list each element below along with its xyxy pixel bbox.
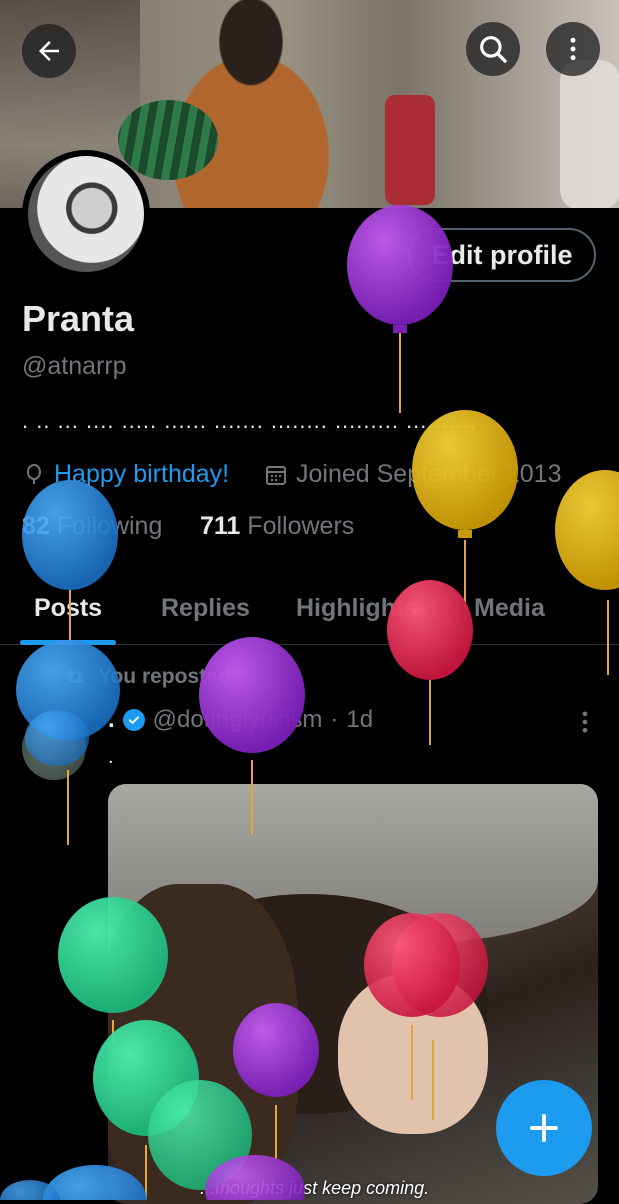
balloon-blue-2 [16, 640, 120, 845]
balloon-yellow-2 [555, 470, 619, 675]
balloon-yellow-1 [412, 410, 518, 610]
balloon-red-1 [387, 580, 473, 745]
balloon-purple-1 [347, 205, 453, 413]
balloon-purple-2 [199, 637, 305, 835]
balloon-blue-1 [22, 480, 118, 645]
birthday-balloons-overlay [0, 205, 619, 1200]
balloon-blue-3 [0, 1165, 147, 1200]
compose-post-button[interactable] [496, 1080, 592, 1176]
plus-icon [530, 1114, 558, 1142]
